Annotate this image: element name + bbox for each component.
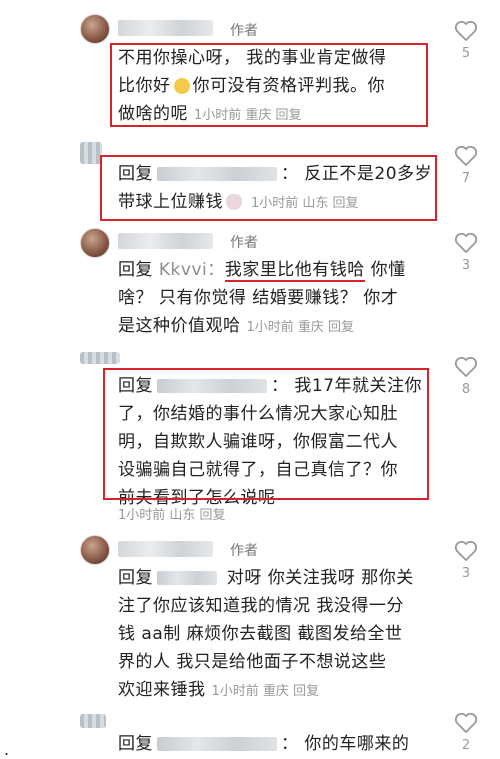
mention: Kkvvi：: [158, 260, 225, 280]
comment-text: 回复 Kkvvi：我家里比他有钱哈 你懂 啥？ 只有你觉得 结婚要赚钱？ 你才 …: [118, 256, 406, 342]
user-avatar[interactable]: [80, 142, 102, 164]
like-count: 3: [461, 258, 471, 273]
author-avatar[interactable]: [80, 535, 110, 565]
like-count: 3: [461, 566, 471, 581]
redacted-name: [157, 571, 217, 585]
red-highlight-frame: [103, 368, 429, 500]
comment-meta[interactable]: 1小时前 山东 回复: [118, 504, 226, 523]
like-count: 8: [461, 382, 471, 397]
user-avatar[interactable]: [80, 714, 106, 728]
stray-dot: .: [4, 740, 10, 759]
like-button[interactable]: 7: [446, 145, 486, 186]
reply-label: 回复: [118, 568, 153, 588]
comment-line: 注了你应该知道我的情况 我没得一分: [118, 596, 404, 616]
red-highlight-frame: [110, 43, 428, 127]
author-badge: 作者: [230, 543, 258, 559]
heart-icon: [454, 145, 478, 167]
comment-text: 回复 ： 你的车哪来的: [118, 730, 409, 758]
heart-icon: [454, 232, 478, 254]
user-avatar[interactable]: [80, 352, 120, 364]
heart-icon: [454, 712, 478, 734]
redacted-name: [157, 737, 277, 751]
username-redacted[interactable]: [118, 20, 213, 36]
like-count: 7: [461, 171, 471, 186]
comment-line: 界的人 我只是给他面子不想说这些: [118, 652, 387, 672]
comment-line: 啥？ 只有你觉得 结婚要赚钱？ 你才: [118, 288, 399, 308]
comment-line: 欢迎来锤我: [118, 680, 206, 700]
like-button[interactable]: 2: [446, 712, 486, 753]
comment-text: 回复 对呀 你关注我呀 那你关 注了你应该知道我的情况 我没得一分 钱 aa制 …: [118, 564, 414, 706]
heart-icon: [454, 20, 478, 42]
username-redacted[interactable]: [118, 233, 213, 249]
comment-line: 对呀 你关注我呀 那你关: [221, 568, 414, 588]
heart-icon: [454, 540, 478, 562]
highlighted-text: 我家里比他有钱哈: [224, 260, 365, 282]
comment-line: 是这种价值观哈: [118, 316, 241, 336]
comment-line: 钱 aa制 麻烦你去截图 截图发给全世: [118, 624, 403, 644]
author-avatar[interactable]: [80, 228, 110, 258]
like-count: 2: [461, 738, 471, 753]
like-count: 5: [461, 46, 471, 61]
author-badge: 作者: [230, 235, 258, 251]
comment-line: 你懂: [364, 260, 406, 280]
like-button[interactable]: 3: [446, 540, 486, 581]
reply-label: 回复: [118, 734, 153, 754]
username-redacted[interactable]: [118, 541, 213, 557]
author-badge: 作者: [230, 23, 258, 39]
comment-meta[interactable]: 1小时前 重庆 回复: [212, 684, 320, 699]
like-button[interactable]: 3: [446, 232, 486, 273]
comment-line: ： 你的车哪来的: [281, 734, 410, 754]
comment-meta[interactable]: 1小时前 重庆 回复: [247, 320, 355, 335]
heart-icon: [454, 356, 478, 378]
like-button[interactable]: 8: [446, 356, 486, 397]
like-button[interactable]: 5: [446, 20, 486, 61]
author-avatar[interactable]: [80, 14, 110, 44]
reply-label: 回复: [118, 260, 153, 280]
red-highlight-frame: [100, 155, 437, 221]
